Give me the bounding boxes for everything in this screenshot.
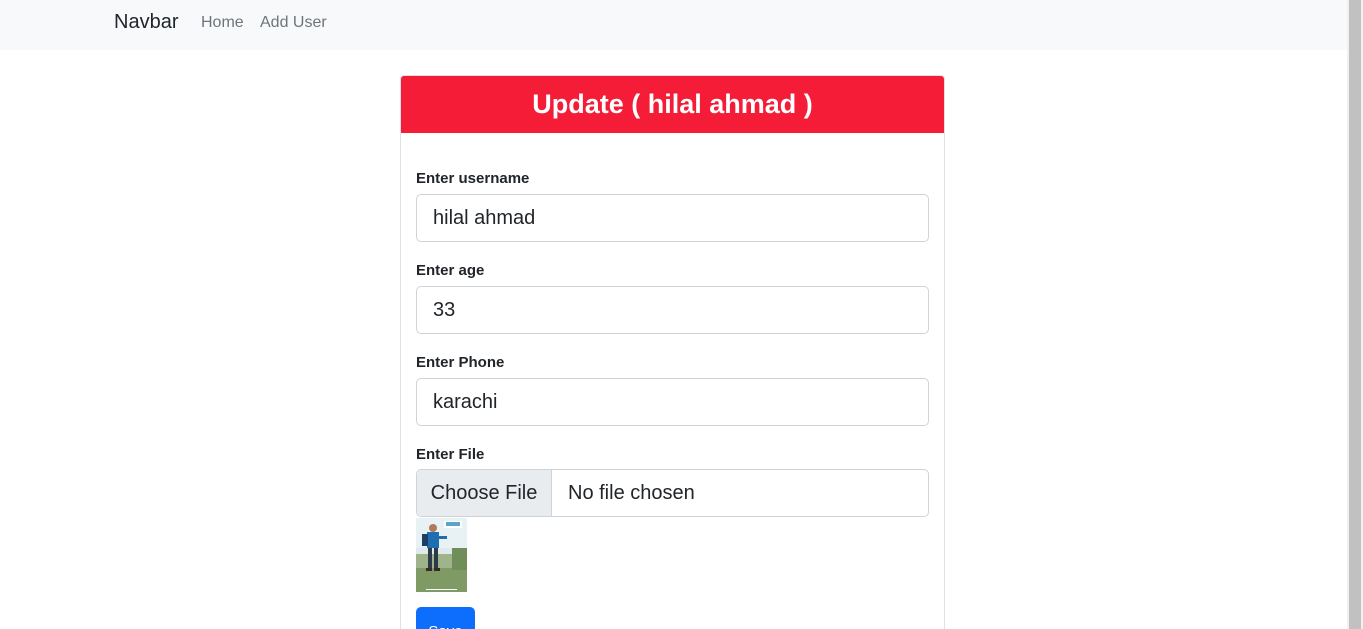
user-photo-thumbnail [416,518,467,592]
age-input[interactable] [416,286,929,334]
nav-link-home[interactable]: Home [201,14,244,32]
navbar-brand[interactable]: Navbar [114,11,178,34]
choose-file-button[interactable]: Choose File [417,470,552,516]
update-user-card: Update ( hilal ahmad ) Enter username En… [400,75,945,629]
scrollbar-thumb[interactable] [1349,0,1361,629]
phone-label: Enter Phone [416,354,505,371]
file-status-text: No file chosen [568,481,695,504]
file-input[interactable]: Choose File No file chosen [416,469,929,517]
age-label: Enter age [416,262,485,279]
card-title: Update ( hilal ahmad ) [532,89,813,119]
navbar: Navbar Home Add User [0,0,1347,50]
username-input[interactable] [416,194,929,242]
file-label: Enter File [416,446,485,463]
nav-link-add-user[interactable]: Add User [260,14,327,32]
save-button[interactable]: Save [416,607,475,629]
page-scrollbar[interactable] [1347,0,1363,629]
page: Navbar Home Add User Update ( hilal ahma… [0,0,1363,629]
user-photo-image [416,518,467,592]
phone-input[interactable] [416,378,929,426]
username-label: Enter username [416,170,530,187]
card-header: Update ( hilal ahmad ) [401,76,944,133]
